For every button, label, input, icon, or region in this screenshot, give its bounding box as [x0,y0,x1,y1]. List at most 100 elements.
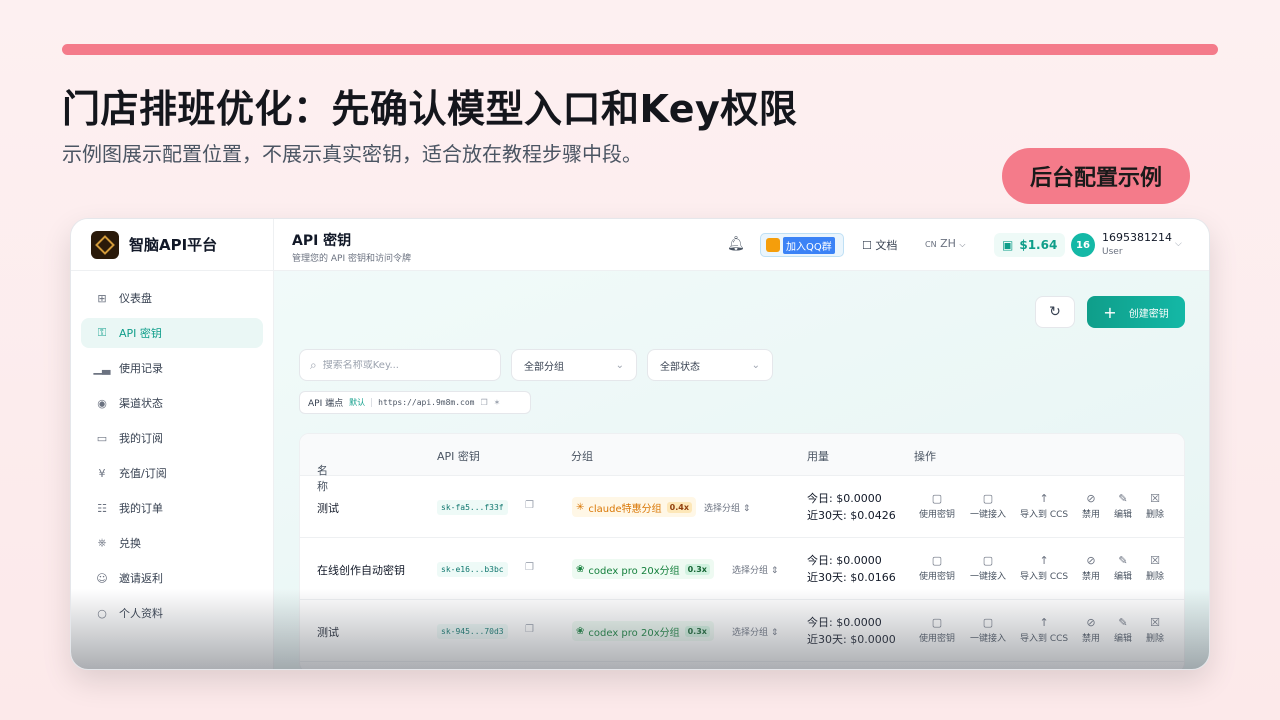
chevron-down-icon: ⌵ [959,240,966,249]
chevron-down-icon: ⌄ [615,359,624,371]
group-badge: ✳ claude特惠分组 0.4x [572,497,696,517]
docs-link[interactable]: ☐ 文档 [862,237,897,253]
sidebar-item-recharge[interactable]: ¥ 充值/订阅 [81,458,263,488]
slide-headline: 门店排班优化：先确认模型入口和Key权限 [62,87,798,131]
card-icon: ▭ [96,431,108,445]
yen-icon: ¥ [98,466,106,480]
refresh-icon: ↻ [1049,304,1061,320]
upload-icon: ↑ [1039,492,1049,505]
sidebar-item-subscriptions[interactable]: ▭ 我的订阅 [81,423,263,453]
edit-button[interactable]: ✎ 编辑 [1114,493,1132,521]
avatar[interactable]: 16 [1071,233,1095,257]
sidebar-item-referral[interactable]: ☺ 邀请返利 [81,563,263,593]
user-icon: ○ [97,606,107,620]
refresh-button[interactable]: ↻ [1035,296,1075,328]
delete-button[interactable]: ☒ 删除 [1146,555,1164,583]
group-name: codex pro 20x分组 [588,627,680,639]
one-click-connect-button[interactable]: ▢ 一键接入 [970,493,1006,521]
one-click-connect-button[interactable]: ▢ 一键接入 [970,617,1006,645]
slide-subline: 示例图展示配置位置，不展示真实密钥，适合放在教程步骤中段。 [62,142,642,166]
table-row: 在线创作自动密钥 sk-e16...b3bc ❐ ❀ codex pro 20x… [300,538,1184,600]
sidebar-item-label: 我的订阅 [119,432,163,445]
plus-icon: + [1103,302,1117,322]
edit-button[interactable]: ✎ 编辑 [1114,616,1132,645]
divider: | [370,397,374,408]
language-selector[interactable]: CN ZH ⌵ [925,237,965,250]
chevron-updown-icon: ⇕ [770,628,779,638]
delete-button[interactable]: ☒ 删除 [1146,616,1164,645]
sidebar-item-redeem[interactable]: ⎈ 兑换 [81,528,263,558]
choose-group-select[interactable]: 选择分组 ⇕ [732,625,778,638]
brand-logo-icon [91,230,119,259]
use-key-button[interactable]: ▢ 使用密钥 [919,616,955,645]
sidebar-item-profile[interactable]: ○ 个人资料 [81,598,263,628]
import-ccs-button[interactable]: ↑ 导入到 CCS [1020,616,1068,645]
usage-30d: 近30天: $0.0000 [807,633,896,646]
copy-icon[interactable]: ❐ [525,624,534,635]
book-icon: ☐ [862,239,872,252]
openai-icon: ❀ [576,563,585,575]
docs-label: 文档 [875,239,898,252]
sidebar-item-dashboard[interactable]: ⊞ 仪表盘 [81,283,263,313]
one-click-connect-button[interactable]: ▢ 一键接入 [970,555,1006,583]
page-subtitle: 管理您的 API 密钥和访问令牌 [292,254,411,264]
sidebar-item-channel-status[interactable]: ◉ 渠道状态 [81,388,263,418]
search-input[interactable] [322,359,473,371]
balance-badge[interactable]: ▣ $1.64 [994,233,1066,257]
use-key-button[interactable]: ▢ 使用密钥 [919,493,955,521]
user-role: User [1102,247,1123,257]
join-qq-button[interactable]: 加入QQ群 [760,233,844,257]
column-actions: 操作 [914,450,936,463]
sidebar-item-usage[interactable]: ▁▃ 使用记录 [81,353,263,383]
disable-button[interactable]: ⊘ 禁用 [1082,555,1100,583]
disable-button[interactable]: ⊘ 禁用 [1082,492,1100,521]
copy-icon[interactable]: ❐ [480,398,487,407]
key-value: sk-fa5...f33f [437,500,508,515]
import-ccs-button[interactable]: ↑ 导入到 CCS [1020,492,1068,521]
choose-group-select[interactable]: 选择分组 ⇕ [732,563,778,576]
signal-icon: ◉ [97,396,107,410]
claude-icon: ✳ [576,501,585,513]
api-keys-table: 名称 ⌄ API 密钥 分组 用量 操作 测试 sk-fa5...f33f ❐ … [299,433,1185,669]
copy-icon[interactable]: ❐ [525,562,534,573]
brand[interactable]: 智脑API平台 [71,219,273,271]
edit-icon: ✎ [1118,554,1128,567]
search-box[interactable]: ⌕ [299,349,501,381]
bell-icon[interactable]: 🔔︎ [727,236,745,252]
trash-icon: ☒ [1150,616,1160,629]
group-filter-select[interactable]: 全部分组 ⌄ [511,349,637,381]
choose-group-select[interactable]: 选择分组 ⇕ [704,501,750,514]
switch-icon[interactable]: ✶ [494,398,501,407]
terminal-icon: ▢ [931,616,943,629]
copy-icon[interactable]: ❐ [525,500,534,511]
usage-30d: 近30天: $0.0426 [807,509,896,522]
delete-button[interactable]: ☒ 删除 [1146,493,1164,521]
sidebar-item-label: 使用记录 [119,362,163,375]
sidebar-item-api-keys[interactable]: ⚿ API 密钥 [81,318,263,348]
chevron-updown-icon: ⇕ [742,504,751,514]
lang-value: ZH [940,237,956,250]
import-ccs-button[interactable]: ↑ 导入到 CCS [1020,555,1068,583]
key-name: 在线创作自动密钥 [317,564,405,577]
openai-icon: ❀ [576,625,585,637]
group-name: claude特惠分组 [588,503,662,515]
ban-icon: ⊘ [1086,492,1096,505]
disable-button[interactable]: ⊘ 禁用 [1082,617,1100,645]
endpoint-default-tag: 默认 [349,398,366,407]
status-filter-value: 全部状态 [660,361,700,373]
upload-icon: ↑ [1039,616,1049,629]
user-name[interactable]: 1695381214 [1102,231,1172,244]
use-key-button[interactable]: ▢ 使用密钥 [919,555,955,583]
table-row: 测试 sk-945...70d3 ❐ ❀ codex pro 20x分组 0.3… [300,600,1184,662]
sidebar-nav: ⊞ 仪表盘 ⚿ API 密钥 ▁▃ 使用记录 ◉ 渠道状态 ▭ 我的订阅 ¥ 充值/订阅 ☷… [71,271,273,628]
edit-button[interactable]: ✎ 编辑 [1114,554,1132,583]
status-filter-select[interactable]: 全部状态 ⌄ [647,349,773,381]
create-key-button[interactable]: + 创建密钥 [1087,296,1185,328]
usage-cell: 今日: $0.0000 近30天: $0.0166 [807,552,896,586]
edit-icon: ✎ [1118,616,1128,629]
top-header: API 密钥 管理您的 API 密钥和访问令牌 🔔︎ 加入QQ群 ☐ 文档 CN… [274,219,1209,271]
sidebar-item-orders[interactable]: ☷ 我的订单 [81,493,263,523]
chevron-down-icon: ⌄ [751,359,760,371]
key-value: sk-e16...b3bc [437,562,508,577]
chevron-down-icon[interactable]: ⌵ [1175,239,1182,249]
